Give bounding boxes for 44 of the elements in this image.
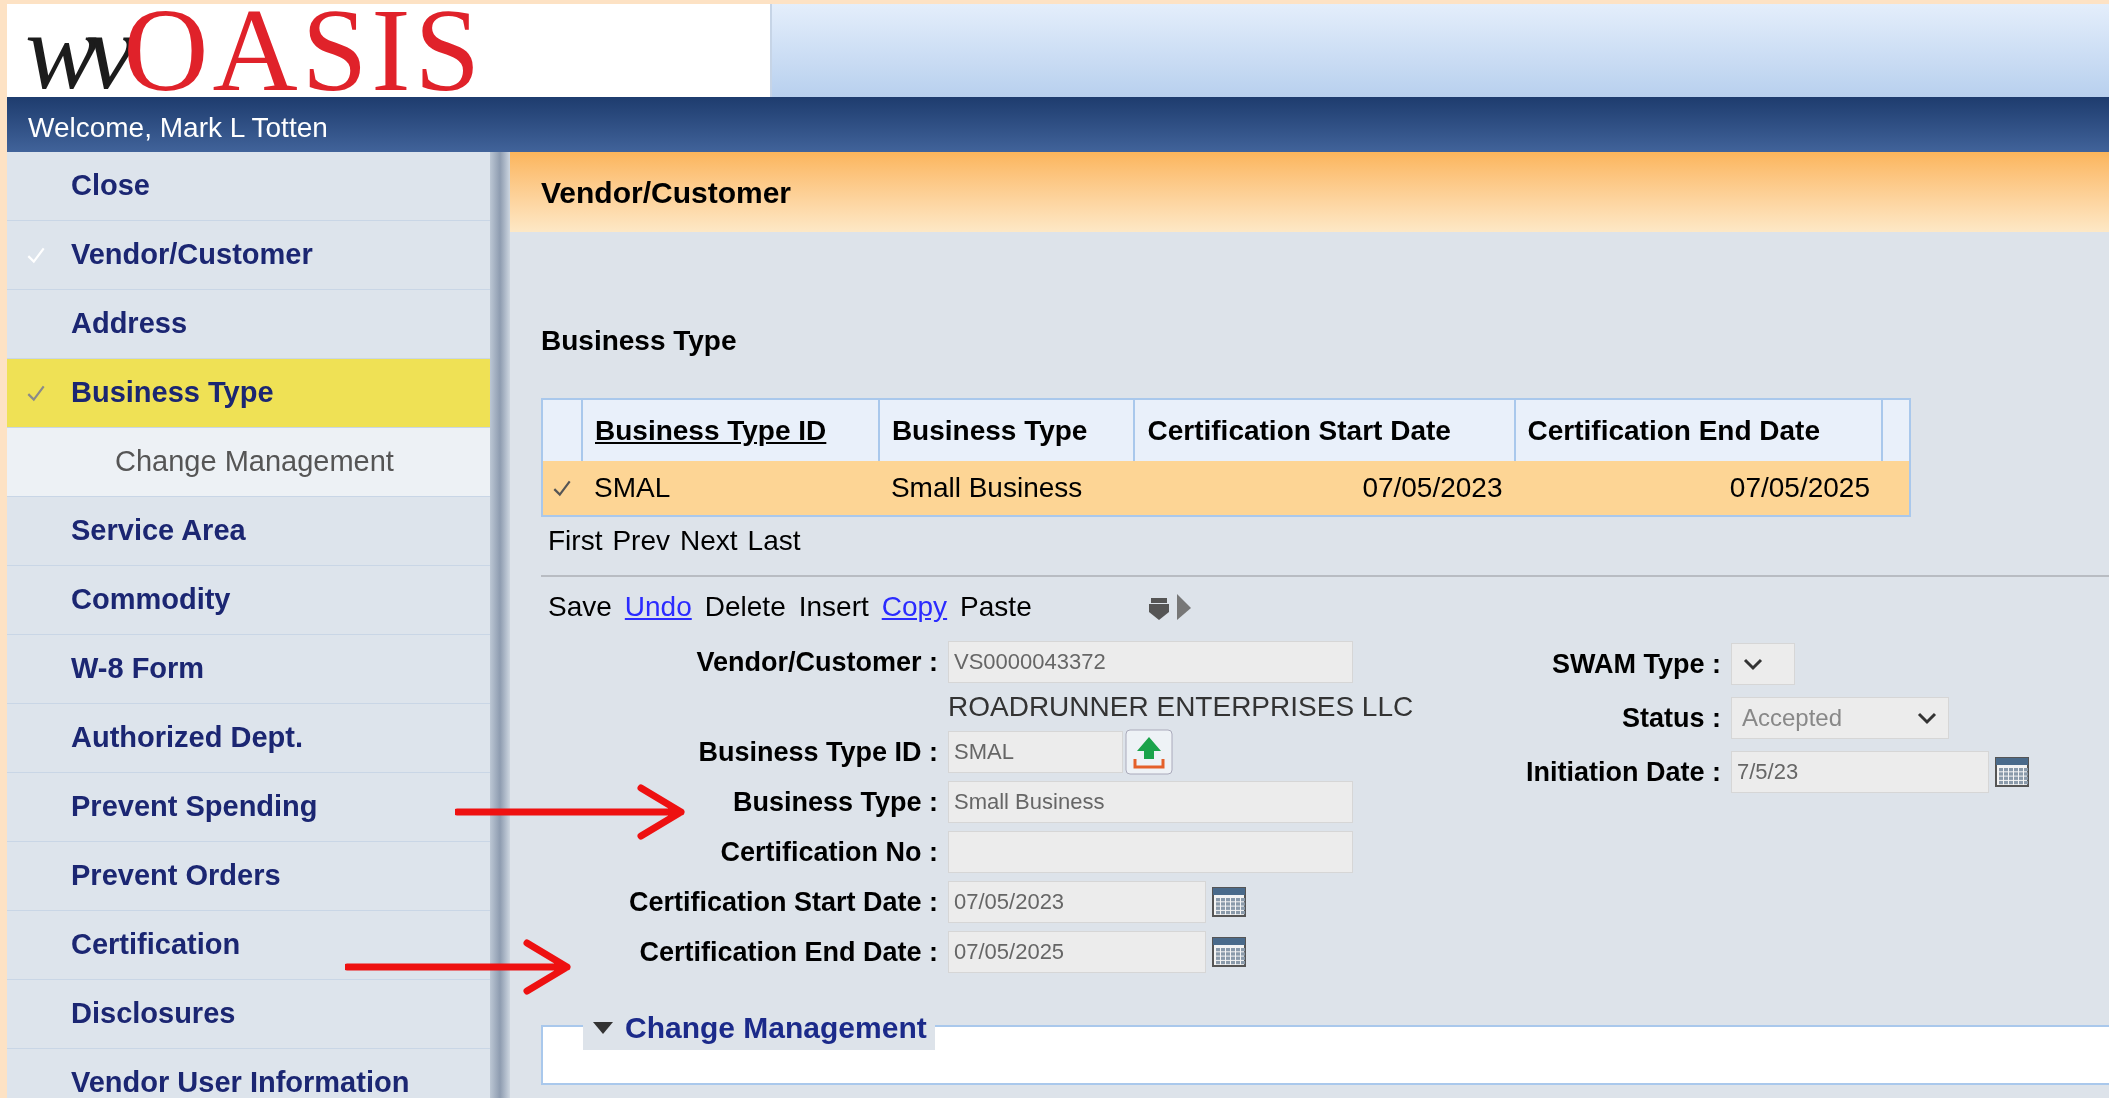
field-label: Vendor/Customer : xyxy=(695,645,938,679)
upload-icon[interactable] xyxy=(1125,729,1173,775)
table-cell: SMAL xyxy=(582,461,879,516)
section-title: Business Type xyxy=(541,324,738,356)
chevron-down-icon xyxy=(1742,657,1764,671)
text-field[interactable]: VS0000043372 xyxy=(948,641,1353,683)
date-field[interactable]: 07/05/2025 xyxy=(948,931,1206,973)
calendar-icon[interactable] xyxy=(1995,757,2029,787)
select-field[interactable] xyxy=(1731,643,1795,685)
toolbar-action[interactable]: Delete xyxy=(704,586,786,628)
calendar-icon[interactable] xyxy=(1212,937,1246,967)
pager-link[interactable]: Next xyxy=(680,520,738,562)
calendar-icon[interactable] xyxy=(1212,887,1246,917)
page-title: Vendor/Customer xyxy=(541,174,792,211)
table-cell: 07/05/2025 xyxy=(1514,461,1882,516)
pager-link[interactable]: First xyxy=(548,520,603,562)
field-label: Certification No : xyxy=(719,835,938,869)
field-label: Status : xyxy=(1621,701,1721,735)
pager-link[interactable]: Prev xyxy=(612,520,670,562)
field-label: Certification End Date : xyxy=(638,935,938,969)
table-cell: Small Business xyxy=(878,461,1135,516)
toolbar-action[interactable]: Copy xyxy=(881,586,948,628)
date-field[interactable]: 07/05/2023 xyxy=(948,881,1206,923)
pager-link[interactable]: Last xyxy=(747,520,801,562)
field-label: Initiation Date : xyxy=(1525,755,1721,789)
date-field[interactable]: 7/5/23 xyxy=(1731,751,1989,793)
toolbar-action[interactable]: Save xyxy=(548,586,612,628)
field-label: Certification Start Date : xyxy=(627,885,938,919)
text-field[interactable]: Small Business xyxy=(948,781,1353,823)
field-label: SWAM Type : xyxy=(1551,647,1721,681)
sidebar-subitem[interactable]: Change Management xyxy=(7,428,490,497)
sidebar-item[interactable]: Business Type xyxy=(7,359,490,428)
toolbar-action[interactable]: Insert xyxy=(798,586,869,628)
toolbar-action[interactable]: Undo xyxy=(624,586,692,628)
field-label: Business Type : xyxy=(731,785,938,819)
chevron-down-icon xyxy=(1916,711,1938,725)
table-row[interactable]: SMAL Small Business 07/05/2023 07/05/2025 xyxy=(542,461,1910,516)
text-field[interactable]: SMAL xyxy=(948,731,1123,773)
vendor-name: ROADRUNNER ENTERPRISES LLC xyxy=(948,690,1414,724)
logo: wvOASIS xyxy=(7,4,772,97)
welcome-text: Welcome, Mark L Totten xyxy=(28,111,328,145)
toolbar-action[interactable]: Paste xyxy=(960,586,1032,628)
table-cell: 07/05/2023 xyxy=(1134,461,1515,516)
field-label: Business Type ID : xyxy=(697,735,938,769)
